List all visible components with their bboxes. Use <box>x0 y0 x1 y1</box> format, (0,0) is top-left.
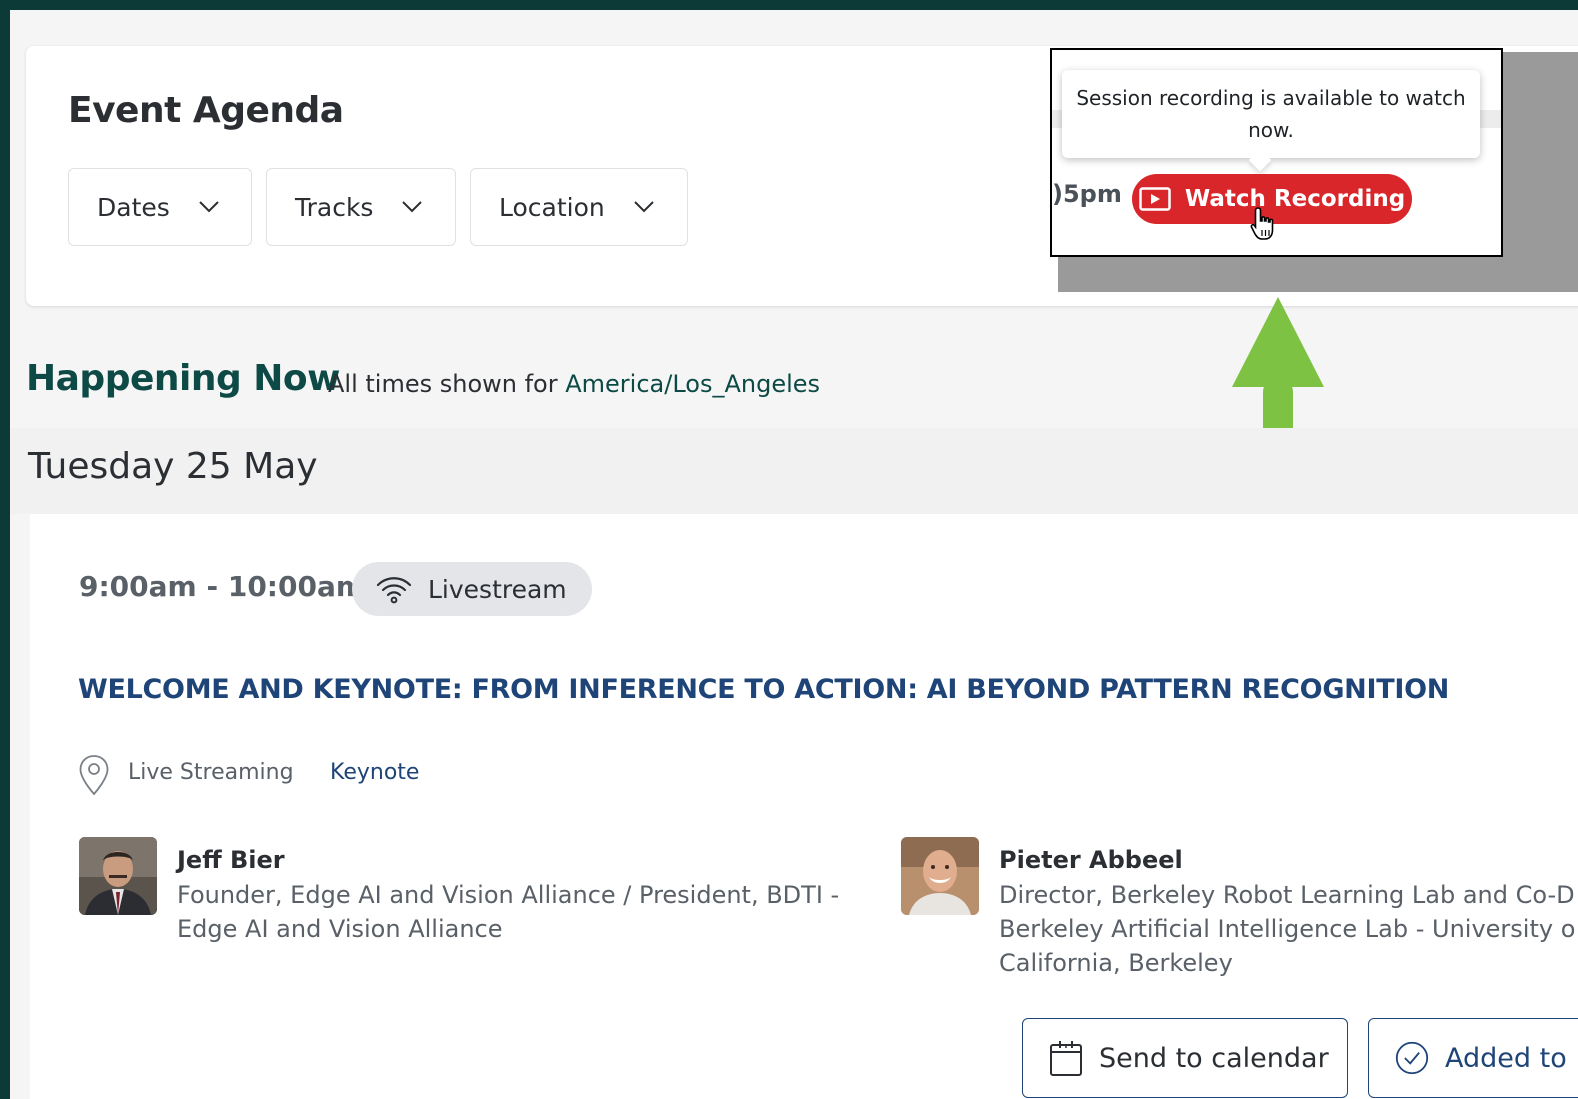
speaker-name[interactable]: Pieter Abbeel <box>999 846 1183 874</box>
send-to-calendar-button[interactable]: Send to calendar <box>1022 1018 1348 1098</box>
app-frame: Event Agenda Dates Tracks Location Sessi… <box>10 10 1578 1099</box>
livestream-label: Livestream <box>428 574 567 604</box>
timezone-note: All times shown for America/Los_Angeles <box>328 370 820 398</box>
send-to-calendar-label: Send to calendar <box>1099 1042 1329 1074</box>
speaker-photo-1 <box>79 837 157 915</box>
watch-recording-label: Watch Recording <box>1184 186 1406 212</box>
livestream-badge: Livestream <box>352 562 592 616</box>
timezone-prefix: All times shown for <box>328 370 566 398</box>
check-circle-icon <box>1395 1041 1429 1075</box>
chevron-down-icon <box>634 201 654 213</box>
tooltip-text: Session recording is available to watch … <box>1076 86 1466 142</box>
recording-tooltip: Session recording is available to watch … <box>1062 70 1480 158</box>
day-label: Tuesday 25 May <box>28 446 318 487</box>
session-time: 9:00am - 10:00am <box>79 570 366 603</box>
added-to-agenda-button[interactable]: Added to <box>1368 1018 1578 1098</box>
speaker-name[interactable]: Jeff Bier <box>177 846 285 874</box>
track-link-keynote[interactable]: Keynote <box>330 760 419 785</box>
speaker-avatar-jeff-bier[interactable] <box>79 837 157 915</box>
speaker-description: Founder, Edge AI and Vision Alliance / P… <box>177 881 840 943</box>
location-filter-label: Location <box>499 192 605 222</box>
happening-now-title: Happening Now <box>26 358 340 399</box>
location-pin-icon <box>79 755 109 796</box>
chevron-down-icon <box>402 201 423 213</box>
dates-filter-label: Dates <box>97 192 170 222</box>
hand-cursor-icon <box>1250 207 1274 240</box>
session-time-fragment: )5pm <box>1052 180 1122 208</box>
dates-filter[interactable]: Dates <box>68 168 252 246</box>
tracks-filter[interactable]: Tracks <box>266 168 456 246</box>
session-title-link[interactable]: WELCOME AND KEYNOTE: FROM INFERENCE TO A… <box>78 674 1449 705</box>
tracks-filter-label: Tracks <box>295 192 374 222</box>
speaker-description: Director, Berkeley Robot Learning Lab an… <box>999 878 1578 980</box>
wifi-icon <box>376 577 412 604</box>
speaker-description-line: Berkeley Artificial Intelligence Lab - U… <box>999 915 1576 943</box>
page-title: Event Agenda <box>68 90 344 131</box>
speaker-description-line: California, Berkeley <box>999 949 1233 977</box>
added-to-label: Added to <box>1445 1042 1567 1074</box>
session-location: Live Streaming <box>128 760 294 785</box>
location-filter[interactable]: Location <box>470 168 688 246</box>
play-icon <box>1139 187 1171 211</box>
speaker-photo-2 <box>901 837 979 915</box>
calendar-icon <box>1050 1041 1082 1076</box>
speaker-avatar-pieter-abbeel[interactable] <box>901 837 979 915</box>
zoom-callout: Session recording is available to watch … <box>1050 48 1503 257</box>
chevron-down-icon <box>199 201 219 213</box>
timezone-link[interactable]: America/Los_Angeles <box>565 370 820 398</box>
speaker-description-line: Director, Berkeley Robot Learning Lab an… <box>999 881 1575 909</box>
